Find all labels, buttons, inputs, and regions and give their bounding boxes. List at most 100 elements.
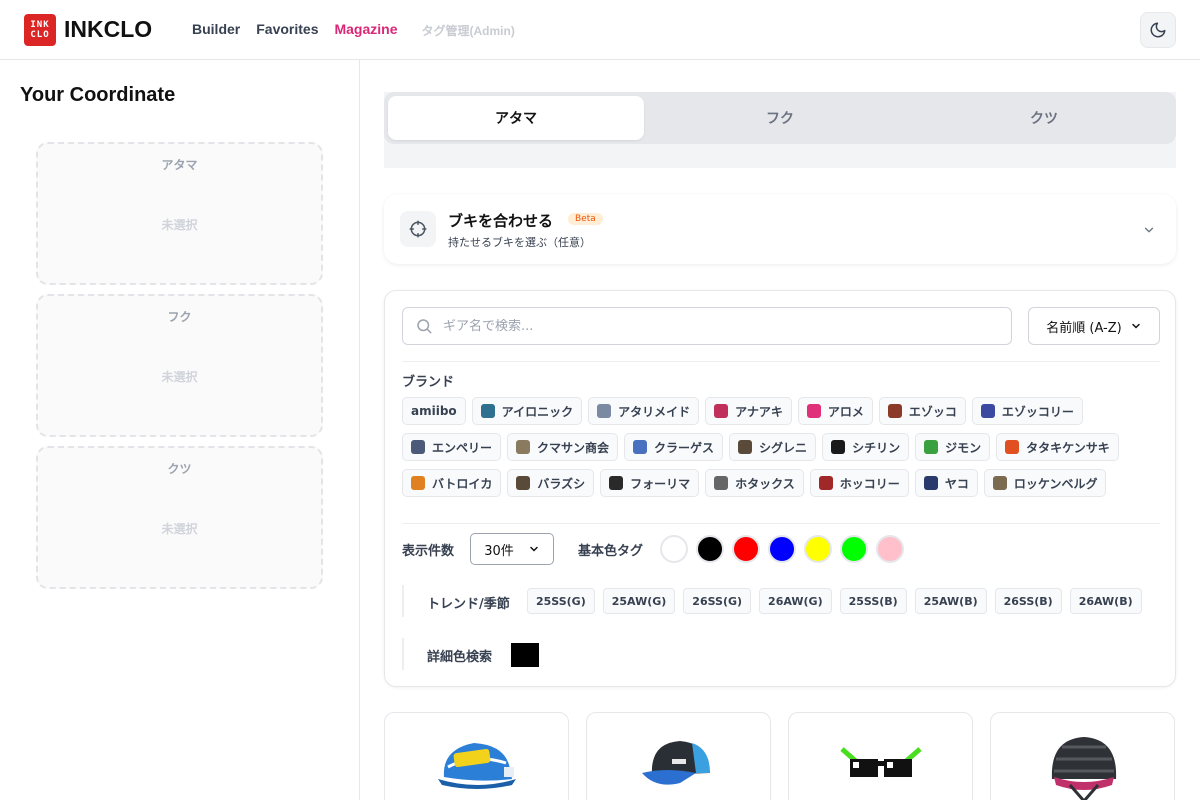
brand-chip[interactable]: ヤコ	[914, 469, 978, 497]
brand-chip[interactable]: アロメ	[797, 397, 873, 425]
brand-chip[interactable]: フォーリマ	[600, 469, 700, 497]
season-tag[interactable]: 26AW(G)	[759, 588, 832, 614]
brand-chip-label: アロメ	[827, 404, 864, 419]
cap-icon	[641, 741, 710, 785]
slot-empty-text: 未選択	[161, 218, 198, 232]
brand-chip[interactable]: ホタックス	[705, 469, 804, 497]
brand-chip[interactable]: クラーゲス	[624, 433, 724, 461]
brand-chip[interactable]: amiibo	[402, 397, 466, 425]
brand-chip[interactable]: エンペリー	[402, 433, 502, 461]
count-select[interactable]: 30件	[470, 533, 554, 565]
tab-clothing[interactable]: フク	[652, 96, 908, 140]
color-swatch-green[interactable]	[840, 535, 868, 563]
brand-chip[interactable]: バラズシ	[507, 469, 595, 497]
brand-logo-icon	[924, 440, 939, 454]
logo-line-1: INK	[30, 20, 50, 30]
trend-label: トレンド/季節	[427, 597, 510, 612]
nav-favorites[interactable]: Favorites	[256, 21, 318, 39]
count-label: 表示件数	[402, 544, 455, 559]
brand-chip[interactable]: ジモン	[915, 433, 991, 461]
moon-icon	[1150, 22, 1166, 38]
brand-chip[interactable]: タタキケンサキ	[996, 433, 1119, 461]
color-swatch-yellow[interactable]	[804, 535, 832, 563]
brand-logo-icon	[980, 404, 995, 418]
search-box	[402, 307, 1012, 345]
brand-chip[interactable]: シグレニ	[729, 433, 817, 461]
gear-card[interactable]	[384, 712, 569, 800]
brand-chip-label: エンペリー	[432, 440, 493, 455]
brand-logo-icon	[806, 404, 821, 418]
weapon-selector[interactable]: ブキを合わせる Beta 持たせるブキを選ぶ（任意）	[384, 194, 1176, 264]
nav-builder[interactable]: Builder	[192, 21, 240, 39]
brand-chip[interactable]: クマサン商会	[507, 433, 619, 461]
season-tags: 25SS(G) 25AW(G) 26SS(G) 26AW(G) 25SS(B) 25AW(…	[527, 588, 1142, 614]
app-name[interactable]: INKCLO	[64, 16, 152, 43]
brand-chip-label: バトロイカ	[432, 476, 493, 491]
brand-label: ブランド	[402, 375, 455, 390]
season-tag[interactable]: 26SS(G)	[683, 588, 752, 614]
brand-logo-icon	[516, 440, 531, 454]
glasses-icon	[839, 747, 922, 777]
season-tag[interactable]: 25SS(B)	[839, 588, 907, 614]
season-tag[interactable]: 26SS(B)	[994, 588, 1062, 614]
brand-chip-label: フォーリマ	[630, 476, 691, 491]
tab-head[interactable]: アタマ	[388, 96, 644, 140]
season-tag[interactable]: 25AW(B)	[914, 588, 987, 614]
weapon-title: ブキを合わせる	[448, 212, 554, 230]
chevron-down-icon	[530, 546, 538, 552]
brand-chip[interactable]: エゾッコ	[878, 397, 966, 425]
brand-logo-icon	[831, 440, 846, 454]
coordinate-title: Your Coordinate	[20, 84, 176, 106]
chevron-down-icon[interactable]	[1142, 222, 1156, 241]
brand-logo-icon	[887, 404, 902, 418]
brand-logo-icon	[633, 440, 648, 454]
color-swatch-black[interactable]	[696, 535, 724, 563]
tab-shoes[interactable]: クツ	[916, 96, 1172, 140]
search-input[interactable]	[443, 318, 983, 334]
nav-admin[interactable]: タグ管理(Admin)	[422, 22, 515, 39]
season-tag[interactable]: 25AW(G)	[602, 588, 676, 614]
brand-chip[interactable]: アタリメイド	[588, 397, 700, 425]
season-tag[interactable]: 25SS(G)	[527, 588, 595, 614]
nav-magazine[interactable]: Magazine	[334, 21, 397, 39]
slot-empty-text: 未選択	[161, 370, 198, 384]
gear-card[interactable]	[586, 712, 771, 800]
brand-chip[interactable]: ホッコリー	[809, 469, 909, 497]
brand-chip[interactable]: シチリン	[822, 433, 910, 461]
brand-chip[interactable]: エゾッコリー	[971, 397, 1083, 425]
coordinate-panel: Your Coordinate アタマ 未選択 フク 未選択 クツ 未選択	[0, 60, 360, 800]
brand-chip-label: ジモン	[945, 440, 982, 455]
slot-shoes[interactable]: クツ 未選択	[36, 446, 323, 589]
brand-chip-label: アナアキ	[735, 404, 783, 419]
brand-chip-label: シチリン	[852, 440, 901, 455]
brand-chip[interactable]: アナアキ	[705, 397, 792, 425]
brand-logo-icon	[738, 440, 753, 454]
brand-row-3: バトロイカ バラズシ フォーリマ ホタックス ホッコリー ヤコ ロッケンベルグ	[402, 469, 1107, 497]
brand-logo-icon	[411, 440, 425, 454]
brand-chip[interactable]: バトロイカ	[402, 469, 502, 497]
slot-clothing[interactable]: フク 未選択	[36, 294, 323, 437]
slot-head[interactable]: アタマ 未選択	[36, 142, 323, 285]
sort-select[interactable]: 名前順 (A-Z)	[1028, 307, 1160, 345]
color-swatch-blue[interactable]	[768, 535, 796, 563]
color-swatch-white[interactable]	[660, 535, 688, 563]
gear-card[interactable]	[990, 712, 1175, 800]
brand-chip[interactable]: アイロニック	[471, 397, 583, 425]
brand-logo-icon	[516, 476, 531, 490]
brand-row-1: amiibo アイロニック アタリメイド アナアキ アロメ エゾッコ エゾッコリー	[402, 397, 1083, 425]
brand-chip[interactable]: ロッケンベルグ	[983, 469, 1107, 497]
chevron-down-icon	[1131, 323, 1140, 329]
slot-empty-text: 未選択	[161, 522, 198, 536]
color-swatch-pink[interactable]	[876, 535, 904, 563]
color-swatch-red[interactable]	[732, 535, 760, 563]
gear-card[interactable]	[788, 712, 973, 800]
season-tag[interactable]: 26AW(B)	[1069, 588, 1142, 614]
detail-color-label: 詳細色検索	[427, 650, 493, 665]
weapon-subtitle: 持たせるブキを選ぶ（任意）	[448, 236, 591, 249]
logo-line-2: CLO	[30, 30, 50, 40]
brand-logo-icon	[1005, 440, 1020, 454]
theme-toggle-button[interactable]	[1140, 12, 1176, 48]
logo-icon[interactable]: INK CLO	[24, 14, 56, 46]
brand-chip-label: ホッコリー	[839, 476, 900, 491]
detail-color-picker[interactable]	[511, 643, 539, 667]
